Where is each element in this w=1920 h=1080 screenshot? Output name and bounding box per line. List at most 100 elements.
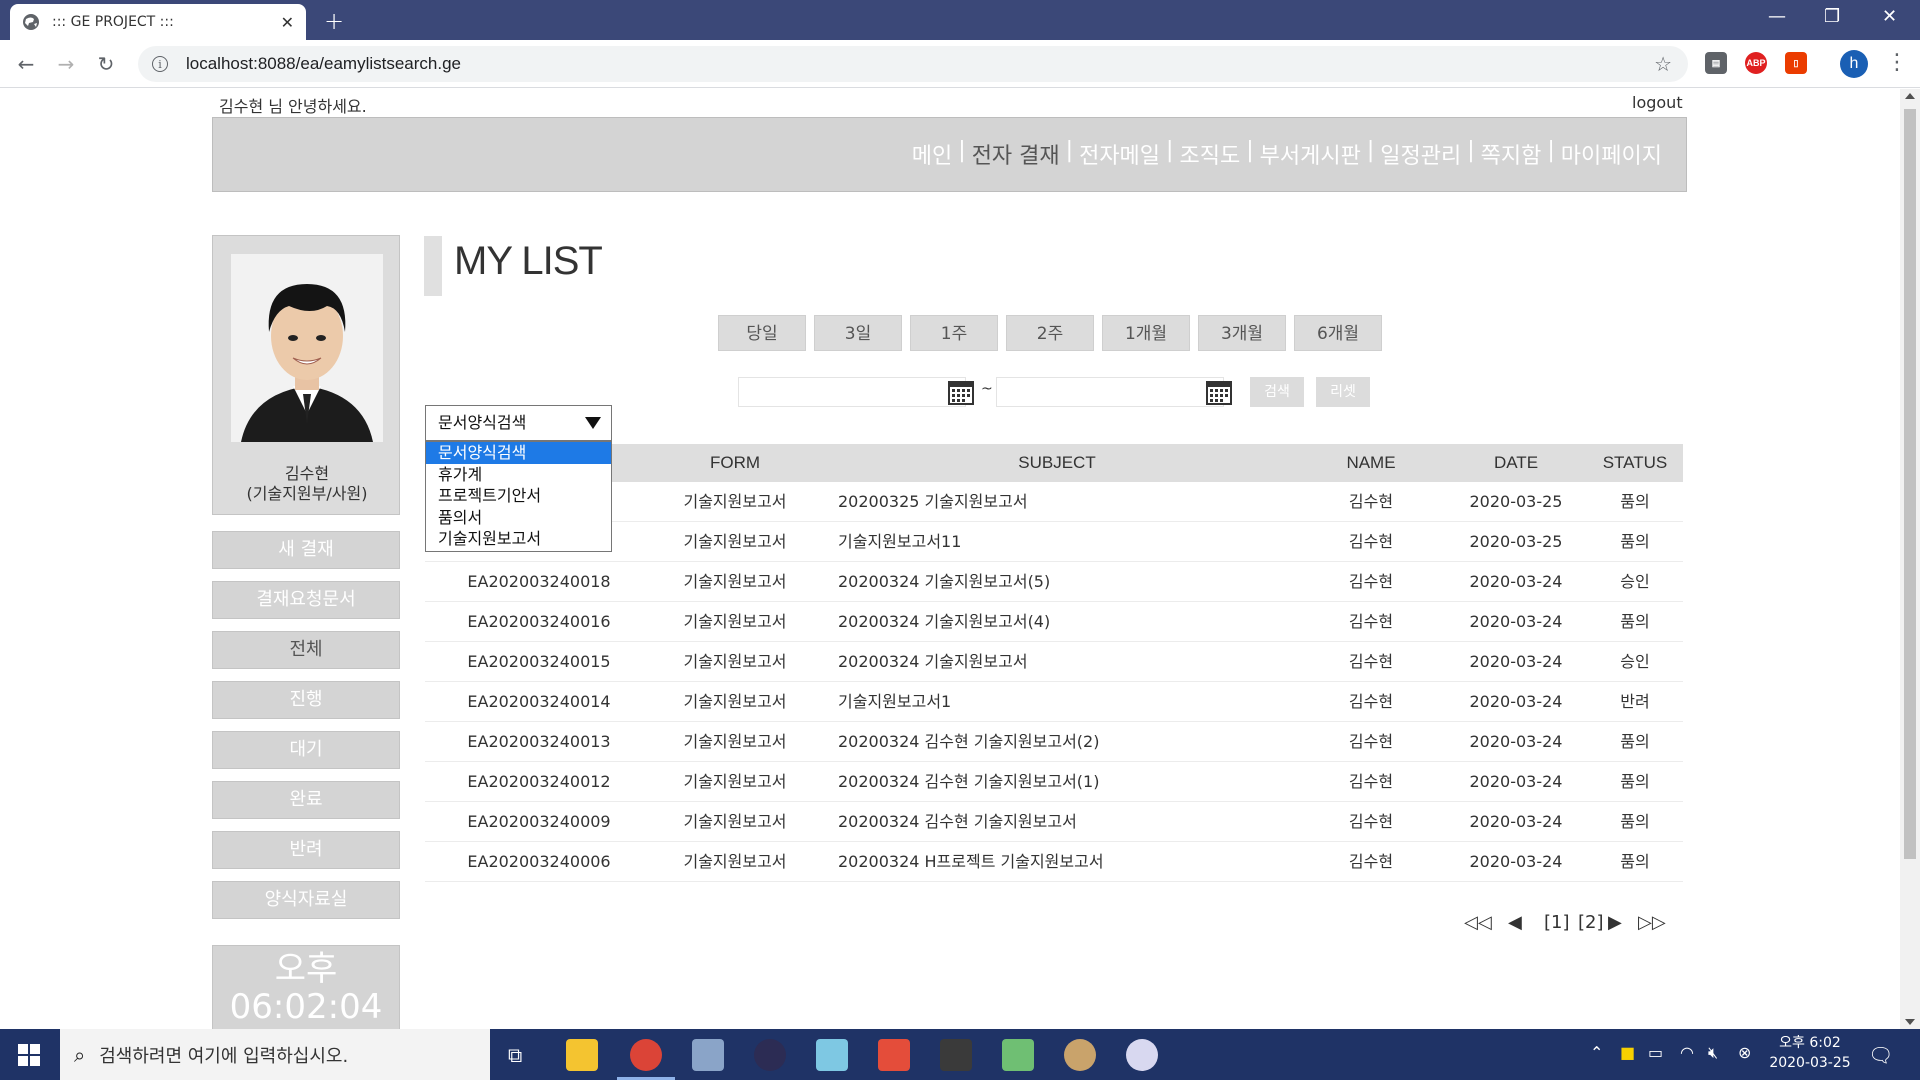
cell-subject[interactable]: 20200324 김수현 기술지원보고서(1) [838,762,1298,802]
pager-last[interactable]: ▷▷ [1638,909,1666,937]
scroll-up-icon[interactable] [1905,93,1915,99]
reload-icon[interactable]: ↻ [94,52,118,76]
pager-page-1[interactable]: [1] [1544,909,1570,937]
pager-prev[interactable]: ◀ [1508,909,1522,937]
start-button[interactable] [0,1029,58,1080]
sidebar-rejected[interactable]: 반려 [212,831,400,869]
calendar-icon[interactable] [1205,378,1233,406]
pager-first[interactable]: ◁◁ [1464,909,1492,937]
cell-subject[interactable]: 20200324 H프로젝트 기술지원보고서 [838,842,1298,882]
back-arrow-icon[interactable]: ← [14,52,38,76]
period-1week-button[interactable]: 1주 [910,315,998,351]
profile-avatar[interactable]: h [1840,50,1868,78]
notification-icon[interactable]: 🗨︎ [1868,1043,1893,1067]
url-text[interactable]: localhost:8088/ea/eamylistsearch.ge [186,54,461,74]
table-row[interactable]: EA202003240009 기술지원보고서 20200324 김수현 기술지원… [425,802,1683,842]
sidebar-request-docs[interactable]: 결재요청문서 [212,581,400,619]
ext-icon[interactable]: ▤ [1705,52,1727,74]
eraser-icon[interactable] [878,1039,910,1071]
period-3days-button[interactable]: 3일 [814,315,902,351]
table-row[interactable]: 기술지원보고서 기술지원보고서11 김수현 2020-03-25 품의 [425,522,1683,562]
page-scrollbar[interactable] [1900,89,1920,1029]
option-vacation[interactable]: 휴가계 [426,464,611,486]
nav-mypage[interactable]: 마이페이지 [1557,138,1666,170]
media-icon[interactable] [1002,1039,1034,1071]
scroll-down-icon[interactable] [1905,1019,1915,1025]
cell-subject[interactable]: 20200324 기술지원보고서(5) [838,562,1298,602]
kakaotalk-icon[interactable]: ■ [1620,1043,1635,1062]
sidebar-form-library[interactable]: 양식자료실 [212,881,400,919]
info-icon[interactable]: i [152,56,168,72]
table-row[interactable]: EA202003240006 기술지원보고서 20200324 H프로젝트 기술… [425,842,1683,882]
restore-button[interactable]: ❐ [1824,6,1840,27]
close-tab-icon[interactable]: ✕ [281,13,294,32]
form-type-select[interactable]: 문서양식검색 [425,405,612,441]
tray-chevron-icon[interactable]: ⌃ [1590,1043,1603,1062]
volume-muted-icon[interactable]: 🔇︎ [1708,1043,1718,1063]
bookmark-star-icon[interactable]: ☆ [1654,52,1672,76]
settings-gear-icon[interactable] [1064,1039,1096,1071]
table-row[interactable]: EA202003240013 기술지원보고서 20200324 김수현 기술지원… [425,722,1683,762]
option-tech-report[interactable]: 기술지원보고서 [426,528,611,550]
cell-subject[interactable]: 20200324 김수현 기술지원보고서(2) [838,722,1298,762]
forward-arrow-icon[interactable]: → [54,52,78,76]
table-row[interactable]: EA202003240012 기술지원보고서 20200324 김수현 기술지원… [425,762,1683,802]
office-icon[interactable]: ▯ [1785,52,1807,74]
taskbar-clock[interactable]: 오후 6:02 2020-03-25 [1760,1033,1860,1073]
menu-kebab-icon[interactable]: ⋮ [1886,50,1908,75]
sidebar-waiting[interactable]: 대기 [212,731,400,769]
cell-subject[interactable]: 20200324 기술지원보고서(4) [838,602,1298,642]
start-date-input[interactable] [738,377,966,407]
sidebar-in-progress[interactable]: 진행 [212,681,400,719]
period-3months-button[interactable]: 3개월 [1198,315,1286,351]
sidebar-new-approval[interactable]: 새 결재 [212,531,400,569]
period-6months-button[interactable]: 6개월 [1294,315,1382,351]
notepad-icon[interactable] [816,1039,848,1071]
new-tab-button[interactable]: + [324,7,344,35]
battery-icon[interactable]: ▭ [1648,1043,1663,1062]
paint-icon[interactable] [1126,1039,1158,1071]
nav-org-chart[interactable]: 조직도 [1175,138,1244,170]
cell-subject[interactable]: 20200324 기술지원보고서 [838,642,1298,682]
table-row[interactable]: 기술지원보고서 20200325 기술지원보고서 김수현 2020-03-25 … [425,482,1683,522]
table-row[interactable]: EA202003240016 기술지원보고서 20200324 기술지원보고서(… [425,602,1683,642]
cell-subject[interactable]: 기술지원보고서1 [838,682,1298,722]
chrome-icon[interactable] [630,1039,662,1071]
cell-subject[interactable]: 20200324 김수현 기술지원보고서 [838,802,1298,842]
terminal-icon[interactable] [940,1039,972,1071]
pager-next[interactable]: ▶ [1608,909,1622,937]
nav-schedule[interactable]: 일정관리 [1376,138,1465,170]
reset-button[interactable]: 리셋 [1316,377,1370,407]
sidebar-complete[interactable]: 완료 [212,781,400,819]
calendar-icon[interactable] [947,378,975,406]
nav-dept-board[interactable]: 부서게시판 [1256,138,1365,170]
close-window-button[interactable]: ✕ [1882,6,1897,27]
task-view-icon[interactable]: ⧉ [508,1043,522,1067]
database-icon[interactable] [692,1039,724,1071]
nav-messages[interactable]: 쪽지함 [1477,138,1546,170]
option-project-proposal[interactable]: 프로젝트기안서 [426,485,611,507]
eclipse-icon[interactable] [754,1039,786,1071]
abp-icon[interactable]: ABP [1745,52,1767,74]
dropdown-arrow-icon[interactable] [585,417,601,429]
taskbar-search[interactable]: ⌕ 검색하려면 여기에 입력하십시오. [60,1029,490,1080]
close-circle-icon[interactable]: ⊗ [1738,1043,1751,1062]
logout-link[interactable]: logout [1632,93,1683,112]
table-row[interactable]: EA202003240014 기술지원보고서 기술지원보고서1 김수현 2020… [425,682,1683,722]
cell-subject[interactable]: 20200325 기술지원보고서 [838,482,1298,522]
search-button[interactable]: 검색 [1250,377,1304,407]
minimize-button[interactable]: — [1768,6,1786,27]
pager-page-2[interactable]: [2] [1578,909,1604,937]
cell-subject[interactable]: 기술지원보고서11 [838,522,1298,562]
nav-approval[interactable]: 전자 결재 [968,138,1064,170]
sidebar-all[interactable]: 전체 [212,631,400,669]
table-row[interactable]: EA202003240018 기술지원보고서 20200324 기술지원보고서(… [425,562,1683,602]
wifi-icon[interactable]: ◠ [1680,1043,1694,1062]
address-bar[interactable]: i localhost:8088/ea/eamylistsearch.ge ☆ [138,46,1688,82]
table-row[interactable]: EA202003240015 기술지원보고서 20200324 기술지원보고서 … [425,642,1683,682]
browser-tab[interactable]: ::: GE PROJECT ::: ✕ [10,4,306,40]
period-today-button[interactable]: 당일 [718,315,806,351]
nav-main[interactable]: 메인 [908,138,956,170]
nav-email[interactable]: 전자메일 [1075,138,1164,170]
option-request[interactable]: 품의서 [426,507,611,529]
